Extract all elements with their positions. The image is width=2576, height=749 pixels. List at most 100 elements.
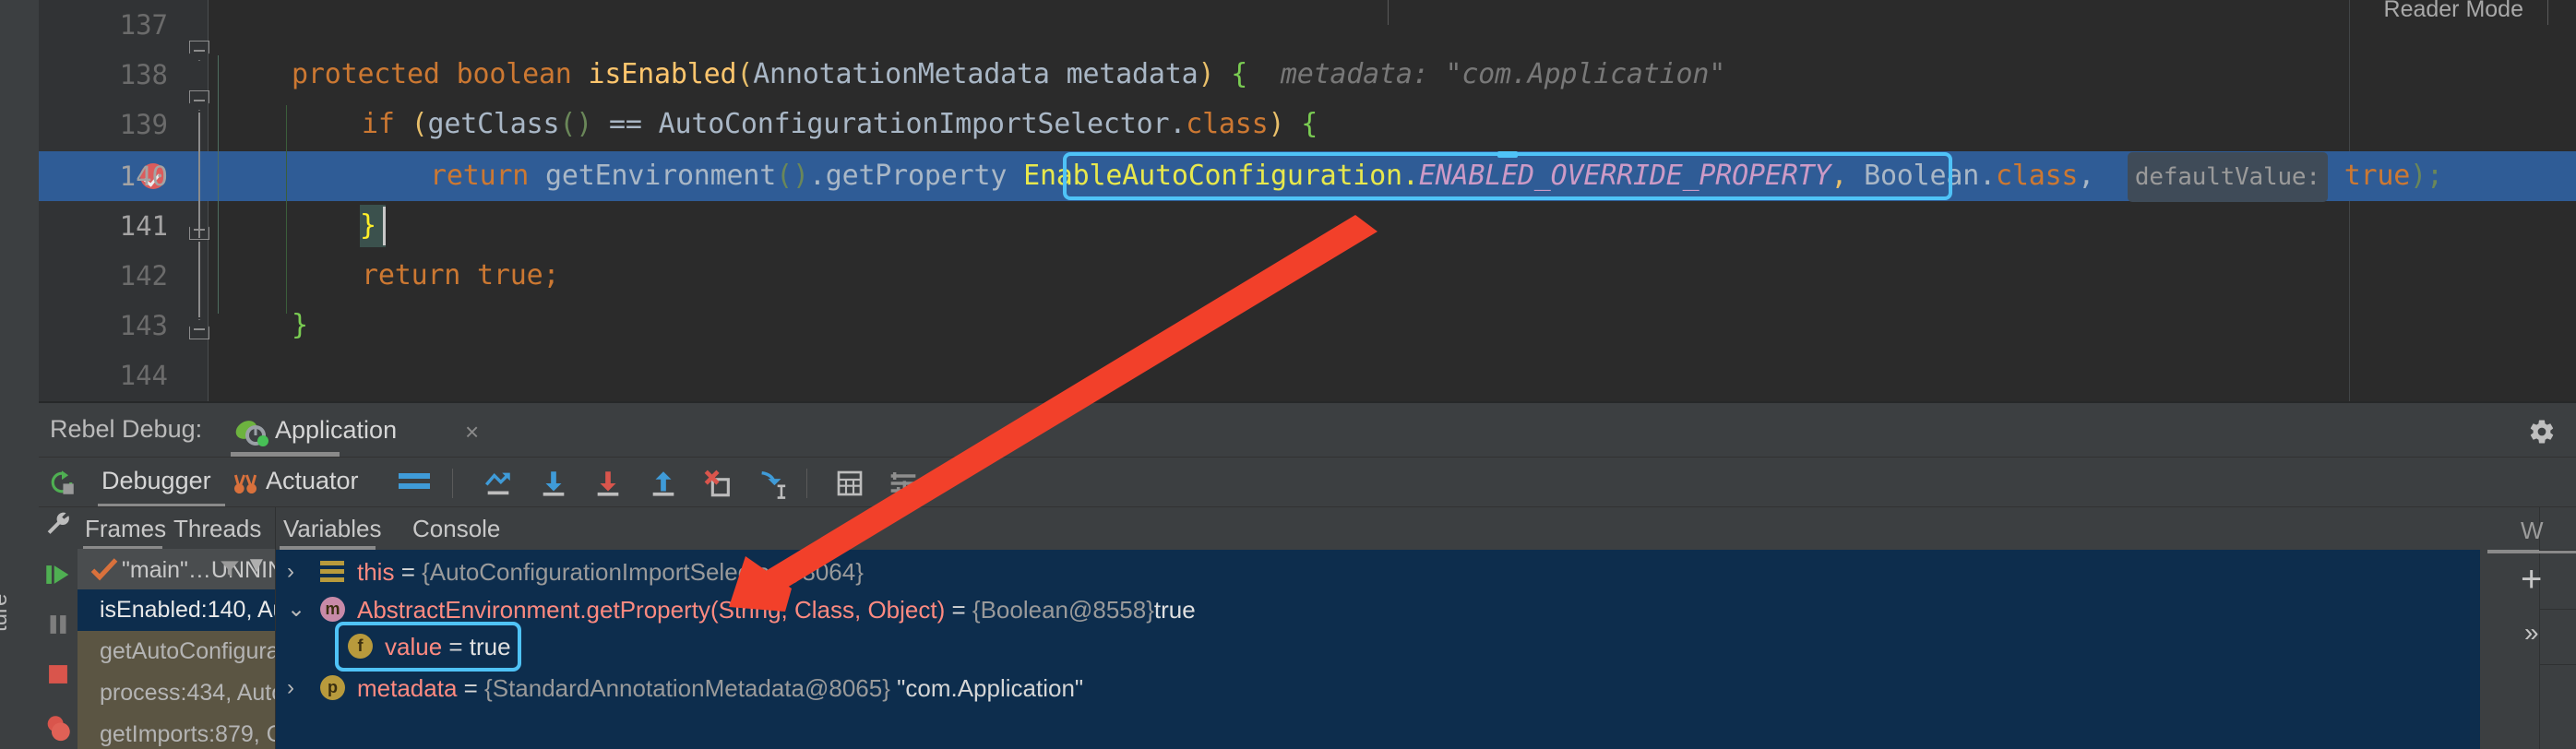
line-number: 138 [119, 59, 168, 90]
chevron-right-icon[interactable]: › [287, 553, 294, 590]
watches-rule-2 [2539, 609, 2576, 610]
comma: , [2078, 160, 2095, 192]
paren-open: ( [736, 58, 754, 90]
variable-ref: {AutoConfigurationImportSelector@8064} [422, 558, 864, 586]
view-breakpoints-icon[interactable] [42, 712, 74, 743]
stack-frame[interactable]: getImports:879, Configurati [78, 714, 275, 749]
tab-console[interactable]: Console [412, 515, 500, 543]
keyword-protected: protected [292, 58, 440, 90]
code-line-142[interactable]: return true; [362, 251, 2576, 301]
arg-true: true [2343, 160, 2411, 192]
gear-glyph [2530, 420, 2554, 444]
header-divider-right [2547, 0, 2548, 25]
thread-selector[interactable]: "main"…UNNING ▼ [78, 549, 303, 589]
run-to-cursor-icon[interactable] [756, 468, 789, 499]
tab-actuator[interactable]: Actuator [266, 467, 359, 495]
session-tab-label: Application [275, 416, 398, 444]
debug-action-bar [39, 507, 111, 749]
expand-more-icon[interactable]: » [2524, 618, 2539, 648]
value-focus-highlight [335, 622, 521, 672]
paren-close: ) [1268, 108, 1285, 140]
resume-program-icon[interactable] [42, 559, 74, 590]
step-into-icon[interactable] [537, 468, 570, 499]
drop-frame-icon[interactable] [701, 468, 734, 499]
rerun-icon[interactable] [46, 467, 78, 503]
brace-open: { [1231, 58, 1248, 90]
stack-frame-selected[interactable]: isEnabled:140, AutoConfigu [78, 589, 275, 631]
code-line-138[interactable]: protected boolean isEnabled(AnnotationMe… [292, 50, 2576, 100]
paren-close: ) [1198, 58, 1215, 90]
wrench-icon[interactable] [42, 509, 74, 541]
semicolon: ; [2427, 160, 2443, 192]
keyword-return: return [430, 160, 530, 192]
gear-icon[interactable] [2528, 418, 2556, 450]
stack-frame[interactable]: process:434, AutoConfigura [78, 672, 275, 714]
line-number-current: 140 [119, 160, 168, 192]
line-number: 144 [119, 360, 168, 391]
brace-open: { [1301, 108, 1318, 140]
keyword-class: class [1995, 160, 2079, 192]
equals: = [394, 558, 423, 586]
variable-value: "com.Application" [897, 674, 1084, 702]
variable-ref: {StandardAnnotationMetadata@8065} [484, 674, 890, 702]
expression-focus-highlight [1063, 151, 1952, 200]
code-line-143[interactable]: } [292, 301, 2576, 351]
force-step-into-icon[interactable] [591, 468, 625, 499]
filter-icon[interactable] [218, 557, 242, 581]
layout-icon[interactable] [399, 473, 430, 489]
indent-guide-inner [286, 105, 287, 314]
keyword-return: return [362, 259, 461, 291]
brace-close: } [360, 209, 376, 242]
code-line-141[interactable]: } [360, 201, 2576, 251]
paren-open: ( [411, 108, 428, 140]
thread-running-icon [90, 558, 118, 581]
variable-row-this[interactable]: › this = {AutoConfigurationImportSelecto… [276, 553, 2480, 590]
chevron-down-icon[interactable]: ▼ [245, 553, 268, 578]
paren-close: ) [2410, 160, 2427, 192]
toolbar-divider-2 [806, 469, 807, 498]
keyword-if: if [362, 108, 395, 140]
method-name: isEnabled [588, 58, 737, 90]
add-watch-button[interactable]: + [2521, 559, 2542, 600]
equals: = [457, 674, 485, 702]
chevron-down-icon[interactable]: ⌄ [287, 591, 305, 628]
variable-row-metadata[interactable]: › p metadata = {StandardAnnotationMetada… [276, 670, 2480, 707]
tab-variables[interactable]: Variables [283, 515, 381, 543]
tab-debugger[interactable]: Debugger [101, 467, 211, 495]
dot: . [1169, 108, 1187, 140]
tab-threads[interactable]: Threads [173, 515, 261, 543]
line-number: 137 [119, 9, 168, 41]
debug-settings-icon[interactable] [888, 469, 919, 498]
method-icon: m [320, 597, 345, 622]
variable-row-getproperty[interactable]: ⌄ m AbstractEnvironment.getProperty(Stri… [276, 591, 2480, 628]
call-parens: () [776, 160, 809, 192]
fold-line-2 [198, 242, 200, 317]
code-editor[interactable]: Reader Mode 137 138 139 140 141 142 143 … [0, 0, 2576, 401]
spring-boot-icon [235, 421, 268, 446]
step-over-icon[interactable] [482, 468, 515, 499]
tab-frames[interactable]: Frames [85, 515, 166, 543]
debug-toolbar: Debugger Actuator [39, 458, 2576, 507]
actuator-icon [233, 474, 257, 493]
session-tab-application[interactable]: Application × [233, 409, 479, 457]
line-number: 141 [119, 210, 168, 242]
debug-tool-window: ture Rebel Debug: Application × Debugger… [0, 401, 2576, 749]
stop-icon[interactable] [42, 659, 74, 690]
step-out-icon[interactable] [647, 468, 680, 499]
call-parens: () [559, 108, 593, 140]
variable-row-value[interactable]: f value = true [276, 628, 2480, 665]
focus-nub [1497, 151, 1518, 158]
dot: . [808, 160, 826, 192]
code-line-139[interactable]: if (getClass() == AutoConfigurationImpor… [362, 100, 2576, 149]
evaluate-expression-icon[interactable] [834, 469, 865, 498]
chevron-right-icon[interactable]: › [287, 670, 294, 707]
pause-program-icon[interactable] [42, 609, 74, 640]
variables-tabs: Variables Console [276, 507, 2480, 550]
stack-frame[interactable]: getAutoConfigurationEntry:1 [78, 631, 275, 672]
param-icon: p [320, 675, 345, 700]
value-true: true [477, 259, 543, 291]
close-icon[interactable]: × [465, 418, 479, 446]
variables-tree[interactable]: › this = {AutoConfigurationImportSelecto… [276, 550, 2480, 749]
left-tool-rail[interactable]: ture [0, 401, 39, 749]
text-caret [383, 207, 386, 245]
